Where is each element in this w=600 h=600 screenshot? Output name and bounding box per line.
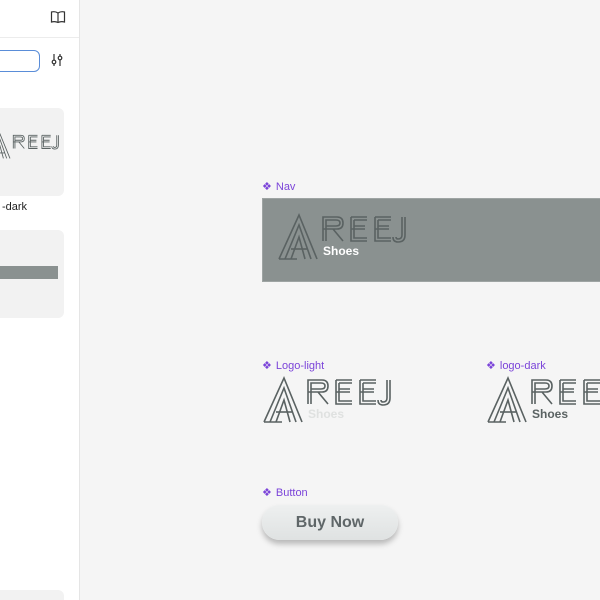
component-icon: ❖ — [486, 360, 496, 372]
component-label-nav[interactable]: ❖ Nav — [262, 180, 296, 194]
asset-thumbnail-logo-dark[interactable] — [0, 108, 64, 196]
component-icon: ❖ — [262, 487, 272, 499]
thumbnail-logo-preview — [0, 133, 59, 159]
thumbnail-nav-preview — [0, 266, 58, 279]
component-name: Logo-light — [275, 359, 325, 372]
book-icon[interactable] — [50, 9, 66, 25]
nav-logo: Shoes — [278, 214, 406, 260]
asset-thumbnail-button[interactable] — [0, 590, 64, 600]
component-name: Button — [275, 486, 308, 499]
component-icon: ❖ — [262, 181, 272, 193]
logo-light-mark: Shoes — [263, 377, 391, 423]
logo-subtitle: Shoes — [323, 244, 359, 258]
logo-light-component[interactable]: Shoes — [262, 374, 412, 426]
assets-sidebar: -dark — [0, 0, 80, 600]
logo-subtitle: Shoes — [532, 407, 568, 421]
component-name: logo-dark — [499, 359, 546, 372]
search-input[interactable] — [0, 50, 40, 72]
component-name: Nav — [275, 180, 296, 193]
filter-icon[interactable] — [50, 53, 64, 67]
logo-dark-mark: Shoes — [487, 377, 600, 423]
buy-now-button[interactable]: Buy Now — [262, 505, 398, 540]
component-label-logo-light[interactable]: ❖ Logo-light — [262, 359, 325, 373]
component-label-button[interactable]: ❖ Button — [262, 486, 308, 500]
asset-thumbnail-nav[interactable] — [0, 230, 64, 318]
sidebar-header — [0, 0, 79, 38]
nav-component[interactable]: Shoes — [262, 198, 600, 282]
asset-thumbnail-label: -dark — [0, 196, 79, 228]
logo-dark-component[interactable]: Shoes — [486, 374, 600, 426]
component-label-logo-dark[interactable]: ❖ logo-dark — [486, 359, 546, 373]
logo-subtitle: Shoes — [308, 407, 344, 421]
component-icon: ❖ — [262, 360, 272, 372]
